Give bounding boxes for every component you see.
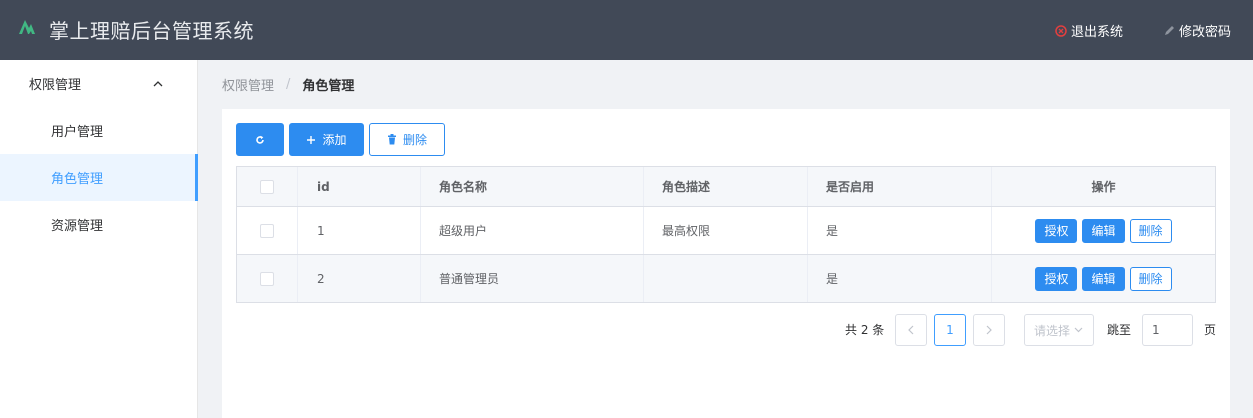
sidebar-item-resources[interactable]: 资源管理 [0,201,198,248]
sidebar: 权限管理 用户管理 角色管理 资源管理 [0,60,198,418]
select-all-checkbox[interactable] [260,179,274,194]
sidebar-item-label: 用户管理 [51,125,104,140]
breadcrumb-current: 角色管理 [302,79,355,94]
change-password-label: 修改密码 [1179,25,1232,40]
cell-id: 2 [298,255,421,302]
sidebar-item-label: 角色管理 [51,172,104,187]
row-select-cell [237,255,298,302]
logout-label: 退出系统 [1071,25,1124,40]
edit-button[interactable]: 编辑 [1082,266,1125,291]
top-header: 掌上理赔后台管理系统 退出系统 修改密码 [0,0,1253,60]
chevron-right-icon [986,325,992,335]
column-header-role-name: 角色名称 [421,167,644,206]
cell-enabled: 是 [808,207,992,254]
breadcrumb: 权限管理 / 角色管理 [222,75,354,94]
roles-table: id 角色名称 角色描述 是否启用 操作 1 超级用户 最高权限 是 授权 编辑… [236,166,1216,303]
column-header-role-desc: 角色描述 [644,167,808,206]
chevron-left-icon [908,325,914,335]
edit-button[interactable]: 编辑 [1082,218,1125,243]
delete-button[interactable]: 删除 [1129,266,1172,291]
plus-icon [307,135,316,144]
jump-label: 跳至 [1107,323,1132,337]
cell-id: 1 [298,207,421,254]
add-button[interactable]: 添加 [289,123,364,156]
refresh-button[interactable] [236,123,284,156]
sidebar-item-roles[interactable]: 角色管理 [0,154,198,201]
add-button-label: 添加 [322,133,347,147]
trash-icon [387,134,396,145]
row-checkbox[interactable] [260,271,274,286]
page-size-placeholder: 请选择 [1034,323,1071,338]
jump-page-input[interactable] [1142,314,1193,346]
app-title: 掌上理赔后台管理系统 [49,19,254,43]
column-header-actions: 操作 [1091,180,1116,194]
row-select-cell [237,207,298,254]
cell-actions: 授权 编辑 删除 [992,207,1215,254]
delete-button[interactable]: 删除 [1129,218,1172,243]
table-header-row: id 角色名称 角色描述 是否启用 操作 [237,167,1215,207]
row-checkbox[interactable] [260,223,274,238]
cell-role-desc [644,255,808,302]
next-page-button[interactable] [973,314,1005,346]
bulk-delete-button[interactable]: 删除 [369,123,445,156]
page-number-1[interactable]: 1 [934,314,966,346]
authorize-button[interactable]: 授权 [1035,266,1078,291]
column-header-enabled: 是否启用 [808,167,992,206]
cell-role-name: 超级用户 [421,207,644,254]
refresh-icon [256,135,264,144]
chevron-up-icon [153,81,163,87]
logout-icon [1055,24,1067,37]
table-row: 1 超级用户 最高权限 是 授权 编辑 删除 [237,207,1215,255]
bulk-delete-label: 删除 [402,133,427,147]
cell-role-desc: 最高权限 [644,207,808,254]
cell-enabled: 是 [808,255,992,302]
sidebar-group-permissions[interactable]: 权限管理 [0,60,197,107]
page-unit-label: 页 [1204,323,1217,337]
prev-page-button[interactable] [895,314,927,346]
authorize-button[interactable]: 授权 [1035,218,1078,243]
change-password-button[interactable]: 修改密码 [1163,21,1231,40]
breadcrumb-permissions[interactable]: 权限管理 [222,75,274,94]
chevron-down-icon [1074,327,1083,333]
sidebar-group-label: 权限管理 [29,78,82,93]
sidebar-item-users[interactable]: 用户管理 [0,107,198,154]
cell-actions: 授权 编辑 删除 [992,255,1215,302]
header-select-cell [237,167,298,206]
pagination-total: 共 2 条 [845,323,885,337]
vue-logo-icon [19,20,35,34]
cell-role-name: 普通管理员 [421,255,644,302]
page-size-select[interactable]: 请选择 [1024,314,1094,346]
pencil-icon [1165,25,1174,35]
column-header-id: id [298,167,421,206]
logout-button[interactable]: 退出系统 [1055,21,1123,40]
table-row: 2 普通管理员 是 授权 编辑 删除 [237,255,1215,302]
breadcrumb-separator: / [286,77,291,92]
sidebar-item-label: 资源管理 [51,219,104,234]
